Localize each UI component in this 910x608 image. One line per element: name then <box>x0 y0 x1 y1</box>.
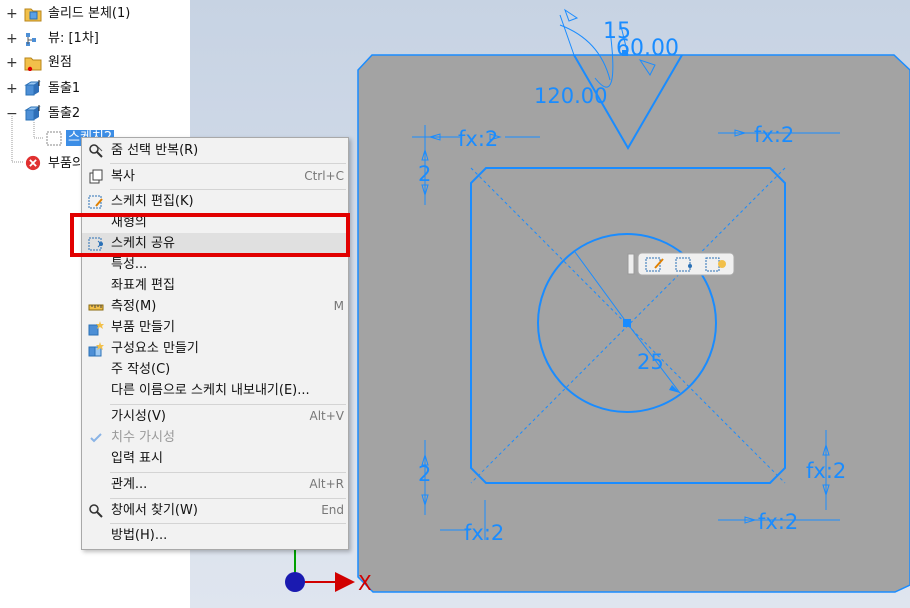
dim-chamfer-tl-v[interactable]: 2 <box>418 162 431 186</box>
menu-item-zoom-select-repeat[interactable]: 줌 선택 반복(R) <box>82 140 348 161</box>
dim-chamfer-bl-v[interactable]: 2 <box>418 462 431 486</box>
part-face <box>357 54 910 593</box>
dim-chamfer-br-fx-side[interactable]: fx:2 <box>806 459 846 483</box>
menu-item-properties[interactable]: 특성... <box>82 254 348 275</box>
menu-item-dimension-visibility[interactable]: 치수 가시성 <box>82 427 348 448</box>
mini-toolbar[interactable] <box>627 252 735 276</box>
menu-item-how-to[interactable]: 방법(H)... <box>82 525 348 546</box>
dim-angle-large[interactable]: 120.00 <box>534 84 607 108</box>
menu-item-show-input[interactable]: 입력 표시 <box>82 448 348 469</box>
menu-item-find-in-window[interactable]: 창에서 찾기(W) End <box>82 500 348 521</box>
sketch-icon <box>46 131 62 146</box>
x-axis-arrow <box>335 572 355 592</box>
dim-hole-radius[interactable]: 25 <box>637 350 664 374</box>
dim-width-top[interactable]: 60.00 <box>616 36 679 61</box>
origin-sphere <box>285 572 305 592</box>
dim-chamfer-bl-fx[interactable]: fx:2 <box>464 521 504 545</box>
menu-item-edit-coordinate-system[interactable]: 좌표계 편집 <box>82 275 348 296</box>
measure-icon <box>88 304 104 311</box>
dim-chamfer-br-fx-bottom[interactable]: fx:2 <box>758 510 798 534</box>
tree-item-label: 부품의 끝 <box>48 156 80 171</box>
zoom-select-icon <box>89 144 103 158</box>
make-part-icon <box>88 321 104 336</box>
menu-item-visibility[interactable]: 가시성(V) Alt+V <box>82 406 348 427</box>
menu-item-edit-sketch[interactable]: 스케치 편집(K) <box>82 191 348 212</box>
context-menu: 줌 선택 반복(R) 복사 Ctrl+C 스케치 편집(K) 새형의 스케치 공… <box>81 137 349 550</box>
menu-item-make-component[interactable]: 구성요소 만들기 <box>82 338 348 359</box>
x-axis-label: X <box>358 571 372 595</box>
menu-item-measure[interactable]: 측정(M) M <box>82 296 348 317</box>
check-icon <box>90 433 102 443</box>
error-icon <box>25 155 41 171</box>
menu-item-create-note[interactable]: 주 작성(C) <box>82 359 348 380</box>
find-in-window-icon <box>89 504 103 518</box>
dim-chamfer-tr-fx[interactable]: fx:2 <box>754 123 794 147</box>
menu-item-relationships[interactable]: 관계... Alt+R <box>82 474 348 495</box>
menu-item-export-sketch-as[interactable]: 다른 이름으로 스케치 내보내기(E)... <box>82 380 348 401</box>
highlight-annotation-box <box>70 213 350 257</box>
dim-chamfer-tl-fx[interactable]: fx:2 <box>458 127 498 151</box>
edit-sketch-icon <box>88 195 103 209</box>
copy-icon <box>89 169 103 184</box>
menu-item-make-part[interactable]: 부품 만들기 <box>82 317 348 338</box>
make-component-icon <box>88 342 104 357</box>
menu-item-copy[interactable]: 복사 Ctrl+C <box>82 166 348 187</box>
